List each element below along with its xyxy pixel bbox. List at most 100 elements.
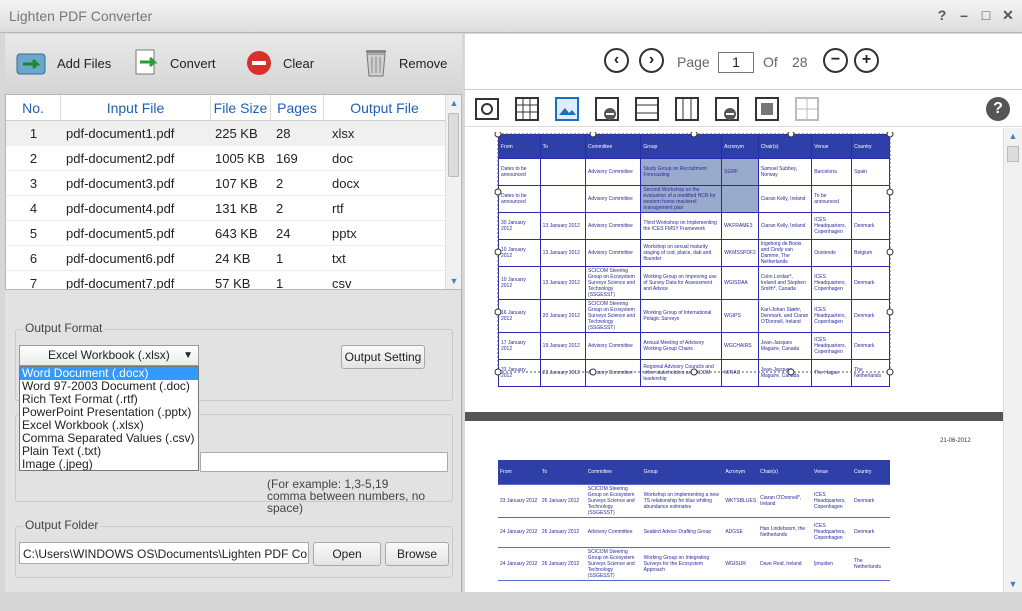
insert-row-icon[interactable] xyxy=(635,97,659,121)
doc-cell: Working Group on Integrating Surveys for… xyxy=(641,547,724,581)
page-range-hint: (For example: 1,3-5,19 comma between num… xyxy=(267,478,461,514)
clear-button[interactable]: Clear xyxy=(245,47,314,79)
grid-table-icon[interactable] xyxy=(515,97,539,121)
doc-cell: 26 January 2012 xyxy=(539,517,586,548)
title-bar: Lighten PDF Converter ? – □ ✕ xyxy=(0,0,1022,33)
doc-header-cell: Acronym xyxy=(723,460,759,485)
table-cell: 2 xyxy=(276,176,284,191)
convert-icon xyxy=(135,49,158,75)
doc-cell: 23 January 2012 xyxy=(498,484,540,518)
scroll-thumb[interactable] xyxy=(448,113,459,177)
doc-header-cell: Venue xyxy=(812,460,852,485)
doc-header-cell: Committee xyxy=(585,460,642,485)
doc-cell: Dave Reid, Ireland xyxy=(758,547,813,581)
col-header-output-file[interactable]: Output File xyxy=(324,95,446,120)
add-files-icon xyxy=(16,53,46,75)
doc-cell: 24 January 2012 xyxy=(498,547,540,581)
open-button[interactable]: Open xyxy=(313,542,381,566)
page-label: Page xyxy=(677,54,710,70)
zoom-in-icon[interactable]: + xyxy=(854,48,879,73)
table-row[interactable]: 5 pdf-document5.pdf 643 KB 24 pptx xyxy=(6,221,461,246)
close-button[interactable]: ✕ xyxy=(1000,6,1016,24)
col-header-input-file[interactable]: Input File xyxy=(61,95,211,120)
left-panel: Add Files Convert Clear Remove No. Input… xyxy=(5,34,462,592)
doc-cell: Ijmuiden xyxy=(812,547,852,581)
clear-icon xyxy=(247,51,271,75)
table-row[interactable]: 6 pdf-document6.pdf 24 KB 1 txt xyxy=(6,246,461,271)
of-label: Of xyxy=(763,54,778,70)
total-pages: 28 xyxy=(792,54,808,70)
table-cell: 169 xyxy=(276,151,298,166)
table-cell: 24 KB xyxy=(215,251,251,266)
page2-date: 21-06-2012 xyxy=(940,438,971,444)
maximize-button[interactable]: □ xyxy=(978,6,994,24)
table-cell: pdf-document6.pdf xyxy=(66,251,175,266)
image-select-icon[interactable] xyxy=(555,97,579,121)
page-range-input[interactable] xyxy=(200,452,448,472)
table-cell: 5 xyxy=(29,226,38,241)
insert-column-icon[interactable] xyxy=(675,97,699,121)
table-cell: 2 xyxy=(276,201,284,216)
table-cell: 28 xyxy=(276,126,291,141)
remove-column-icon[interactable] xyxy=(715,97,739,121)
convert-button[interactable]: Convert xyxy=(132,47,216,79)
doc-cell: 24 January 2012 xyxy=(498,517,540,548)
document-preview: From To Committee Group Acronym Chair(s) Venue… xyxy=(465,128,1003,592)
preview-scrollbar[interactable]: ▲ ▼ xyxy=(1003,128,1022,592)
preview-scroll-down-icon[interactable]: ▼ xyxy=(1004,576,1022,592)
doc-cell: Workshop on implementing a new TS relati… xyxy=(641,484,724,518)
prev-page-icon[interactable]: ‹ xyxy=(604,48,629,73)
preview-scroll-thumb[interactable] xyxy=(1007,146,1019,162)
remove-row-icon[interactable] xyxy=(595,97,619,121)
view-icon[interactable] xyxy=(475,97,499,121)
table-cell: 1 xyxy=(276,276,284,290)
table-cell: 1005 KB xyxy=(215,151,265,166)
help-window-button[interactable]: ? xyxy=(934,6,950,24)
table-row[interactable]: 1 pdf-document1.pdf 225 KB 28 xlsx xyxy=(6,121,461,146)
minimize-button[interactable]: – xyxy=(956,6,972,24)
table-row[interactable]: 3 pdf-document3.pdf 107 KB 2 docx xyxy=(6,171,461,196)
page-separator xyxy=(465,412,1003,421)
doc-cell: ICES Headquarters, Copenhagen xyxy=(812,484,852,518)
zoom-out-icon[interactable]: − xyxy=(823,48,848,73)
main-toolbar: Add Files Convert Clear Remove xyxy=(5,34,462,94)
table-cell: pdf-document2.pdf xyxy=(66,151,175,166)
selection-handles[interactable] xyxy=(494,132,894,376)
preview-scroll-up-icon[interactable]: ▲ xyxy=(1004,128,1022,144)
col-header-no[interactable]: No. xyxy=(6,95,61,120)
col-header-file-size[interactable]: File Size xyxy=(211,95,271,120)
doc-header-cell: Country xyxy=(851,460,890,485)
table-cell: pdf-document4.pdf xyxy=(66,201,175,216)
status-bar xyxy=(0,592,1022,611)
doc-cell: Ciaran O'Donnell*, Ireland xyxy=(758,484,813,518)
doc-cell: Seabird Advice Drafting Group xyxy=(641,517,724,548)
table-cell: 2 xyxy=(29,151,38,166)
output-folder-path[interactable]: C:\Users\WINDOWS OS\Documents\Lighten PD… xyxy=(19,542,309,564)
doc-cell: ICES Headquarters, Copenhagen xyxy=(812,517,852,548)
remove-button[interactable]: Remove xyxy=(361,47,447,79)
add-files-button[interactable]: Add Files xyxy=(15,47,111,79)
output-setting-button[interactable]: Output Setting xyxy=(341,345,425,369)
page-number-input[interactable]: 1 xyxy=(718,52,754,73)
merge-cells-icon[interactable] xyxy=(755,97,779,121)
doc-cell: The Netherlands xyxy=(851,547,890,581)
table-cell: 1 xyxy=(276,251,284,266)
output-format-selected: Excel Workbook (.xlsx) xyxy=(48,348,170,362)
page2-table: From To Committee Group Acronym Chair(s) Venue… xyxy=(498,460,890,581)
next-page-icon[interactable]: › xyxy=(639,48,664,73)
table-row[interactable]: 2 pdf-document2.pdf 1005 KB 169 doc xyxy=(6,146,461,171)
table-cell: 57 KB xyxy=(215,276,251,290)
scroll-down-icon[interactable]: ▼ xyxy=(446,273,461,289)
col-header-pages[interactable]: Pages xyxy=(271,95,324,120)
doc-cell: WKTSBLUES xyxy=(723,484,759,518)
trash-icon xyxy=(366,50,386,77)
scroll-up-icon[interactable]: ▲ xyxy=(446,95,461,111)
dropdown-option[interactable]: Image (.jpeg) xyxy=(20,458,198,471)
browse-button[interactable]: Browse xyxy=(385,542,449,566)
output-format-select[interactable]: Excel Workbook (.xlsx) ▼ xyxy=(19,345,199,366)
table-row[interactable]: 4 pdf-document4.pdf 131 KB 2 rtf xyxy=(6,196,461,221)
table-cell: pptx xyxy=(332,226,357,241)
help-icon[interactable]: ? xyxy=(986,97,1010,121)
table-scrollbar[interactable]: ▲ ▼ xyxy=(445,95,461,289)
table-row[interactable]: 7 pdf-document7.pdf 57 KB 1 csv xyxy=(6,271,461,290)
